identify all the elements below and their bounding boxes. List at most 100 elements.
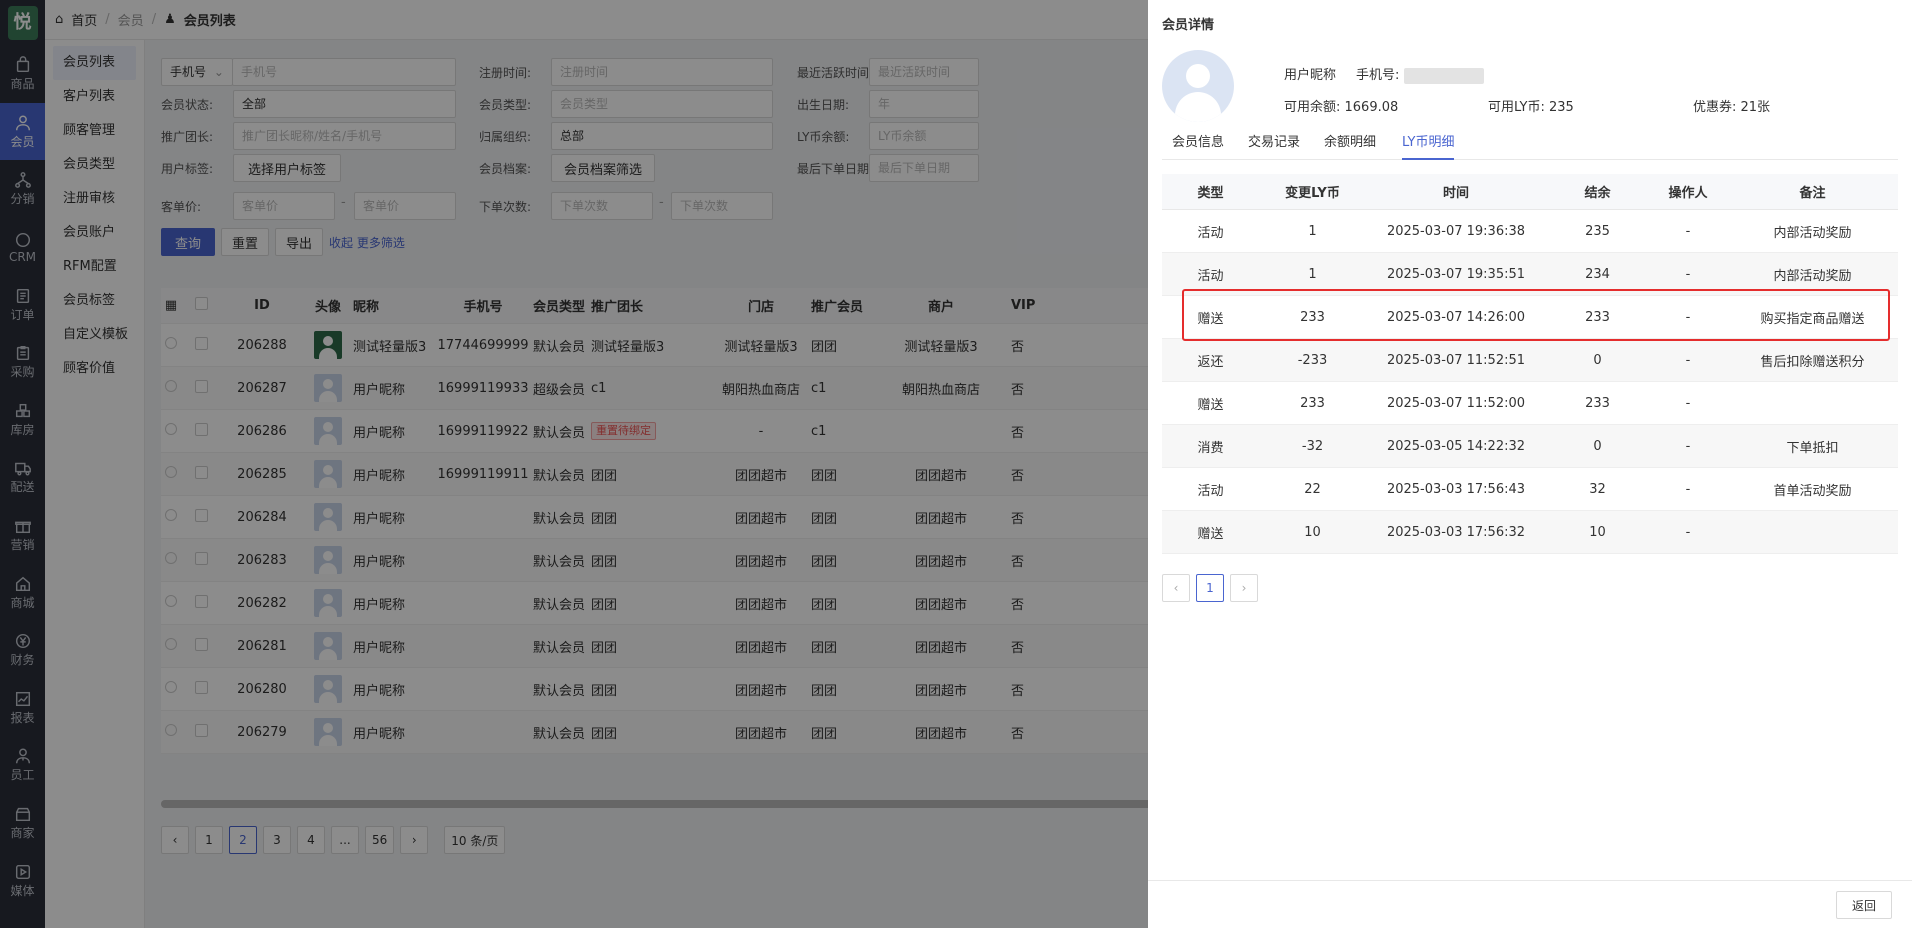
app-logo[interactable]: 悦 [0, 0, 45, 45]
page-button[interactable]: 4 [297, 826, 325, 854]
row-checkbox[interactable] [181, 379, 221, 397]
subnav-item[interactable]: 顾客管理 [45, 114, 144, 148]
rail-item-truck[interactable]: 配送 [0, 448, 45, 506]
subnav-item[interactable]: 会员标签 [45, 284, 144, 318]
back-button[interactable]: 返回 [1836, 891, 1892, 919]
subnav-item[interactable]: RFM配置 [45, 250, 144, 284]
prev-page-button[interactable]: ‹ [161, 826, 189, 854]
leader-input[interactable]: 推广团长昵称/姓名/手机号 [233, 122, 456, 150]
row-radio[interactable] [161, 466, 181, 482]
subnav-item[interactable]: 会员列表 [53, 46, 136, 80]
org-select[interactable]: 总部 [551, 122, 773, 150]
page-button[interactable]: 1 [195, 826, 223, 854]
row-radio[interactable] [161, 595, 181, 611]
page-size-select[interactable]: 10 条/页 [444, 826, 506, 854]
row-radio[interactable] [161, 724, 181, 740]
table-row[interactable]: 206280 用户昵称 默认会员 团团 团团超市 团团 团团超市否 [161, 668, 1175, 711]
toggle-more-filters[interactable]: 收起 更多筛选 [329, 228, 405, 256]
row-radio[interactable] [161, 638, 181, 654]
avatar [303, 546, 353, 574]
reg-time-input[interactable]: 注册时间 [551, 58, 773, 86]
reset-button[interactable]: 重置 [221, 228, 269, 256]
phone-input[interactable]: 手机号 [232, 58, 456, 86]
row-radio[interactable] [161, 681, 181, 697]
page-button[interactable]: 56 [365, 826, 395, 854]
page-button[interactable]: 2 [229, 826, 257, 854]
rail-item-chart[interactable]: 报表 [0, 679, 45, 737]
subnav-item[interactable]: 会员类型 [45, 148, 144, 182]
rail-item-order[interactable]: 订单 [0, 275, 45, 333]
table-row[interactable]: 206287 用户昵称 16999119933 超级会员 c1 朝阳热血商店 c1 朝阳热血商… [161, 367, 1175, 410]
tab-0[interactable]: 会员信息 [1172, 128, 1224, 160]
table-row[interactable]: 206285 用户昵称 16999119911 默认会员 团团 团团超市 团团 团团超市否 [161, 453, 1175, 496]
subnav-item[interactable]: 会员账户 [45, 216, 144, 250]
rail-item-gift[interactable]: 营销 [0, 506, 45, 564]
table-row[interactable]: 206281 用户昵称 默认会员 团团 团团超市 团团 团团超市否 [161, 625, 1175, 668]
subnav-item[interactable]: 顾客价值 [45, 352, 144, 386]
prev-page-button[interactable]: ‹ [1162, 574, 1190, 602]
row-radio[interactable] [161, 337, 181, 353]
member-type-select[interactable]: 会员类型 [551, 90, 773, 118]
rail-item-network[interactable]: 分销 [0, 160, 45, 218]
price-max-input[interactable]: 客单价 [354, 192, 456, 220]
rail-item-yen[interactable]: 财务 [0, 621, 45, 679]
row-checkbox[interactable] [181, 336, 221, 354]
scrollbar-thumb[interactable] [161, 800, 1171, 808]
tab-3[interactable]: LY币明细 [1402, 128, 1455, 160]
last-order-input[interactable]: 最后下单日期 [869, 154, 979, 182]
row-checkbox[interactable] [181, 637, 221, 655]
horizontal-scrollbar[interactable] [161, 800, 1175, 808]
birth-year-input[interactable]: 年 [869, 90, 979, 118]
row-checkbox[interactable] [181, 723, 221, 741]
last-active-input[interactable]: 最近活跃时间 [869, 58, 979, 86]
rail-item-staff[interactable]: 员工 [0, 736, 45, 794]
next-page-button[interactable]: › [1230, 574, 1258, 602]
row-radio[interactable] [161, 380, 181, 396]
tab-2[interactable]: 余额明细 [1324, 128, 1376, 160]
select-tag-button[interactable]: 选择用户标签 [233, 154, 341, 182]
table-row[interactable]: 206286 用户昵称 16999119922 默认会员 重置待绑定 - c1 否 [161, 410, 1175, 453]
price-min-input[interactable]: 客单价 [233, 192, 335, 220]
query-button[interactable]: 查询 [161, 228, 215, 256]
table-row[interactable]: 206283 用户昵称 默认会员 团团 团团超市 团团 团团超市否 [161, 539, 1175, 582]
row-radio[interactable] [161, 552, 181, 568]
row-radio[interactable] [161, 423, 181, 439]
page-button[interactable]: 1 [1196, 574, 1224, 602]
table-row[interactable]: 206288 测试轻量版3 17744699999 默认会员 测试轻量版3 测试轻量版3 团… [161, 324, 1175, 367]
subnav-item[interactable]: 客户列表 [45, 80, 144, 114]
rail-item-home[interactable]: 商城 [0, 563, 45, 621]
phone-type-select[interactable]: 手机号 ⌄ [161, 58, 233, 86]
subnav-item[interactable]: 注册审核 [45, 182, 144, 216]
rail-item-user[interactable]: 会员 [0, 102, 45, 161]
rail-item-crm[interactable]: CRM [0, 218, 45, 276]
order-min-input[interactable]: 下单次数 [551, 192, 653, 220]
rail-item-clipboard[interactable]: 采购 [0, 333, 45, 391]
rail-item-store[interactable]: 商家 [0, 794, 45, 852]
header-checkbox[interactable] [181, 297, 221, 314]
table-row[interactable]: 206282 用户昵称 默认会员 团团 团团超市 团团 团团超市否 [161, 582, 1175, 625]
status-select[interactable]: 全部 [233, 90, 456, 118]
page-button[interactable]: 3 [263, 826, 291, 854]
rail-item-play[interactable]: 媒体 [0, 851, 45, 909]
subnav-item[interactable]: 自定义模板 [45, 318, 144, 352]
tab-1[interactable]: 交易记录 [1248, 128, 1300, 160]
page-button[interactable]: ... [331, 826, 359, 854]
row-checkbox[interactable] [181, 508, 221, 526]
row-checkbox[interactable] [181, 594, 221, 612]
row-checkbox[interactable] [181, 422, 221, 440]
row-checkbox[interactable] [181, 680, 221, 698]
archive-filter-button[interactable]: 会员档案筛选 [551, 154, 655, 182]
row-checkbox[interactable] [181, 465, 221, 483]
export-button[interactable]: 导出 [275, 228, 323, 256]
table-row[interactable]: 206279 用户昵称 默认会员 团团 团团超市 团团 团团超市否 [161, 711, 1175, 754]
lycoin-input[interactable]: LY币余额 [869, 122, 979, 150]
breadcrumb-section[interactable]: 会员 [118, 10, 144, 29]
rail-item-bag[interactable]: 商品 [0, 45, 45, 103]
table-row[interactable]: 206284 用户昵称 默认会员 团团 团团超市 团团 团团超市否 [161, 496, 1175, 539]
breadcrumb-home[interactable]: 首页 [71, 10, 97, 29]
order-max-input[interactable]: 下单次数 [671, 192, 773, 220]
row-checkbox[interactable] [181, 551, 221, 569]
row-radio[interactable] [161, 509, 181, 525]
next-page-button[interactable]: › [400, 826, 429, 854]
rail-item-boxes[interactable]: 库房 [0, 391, 45, 449]
